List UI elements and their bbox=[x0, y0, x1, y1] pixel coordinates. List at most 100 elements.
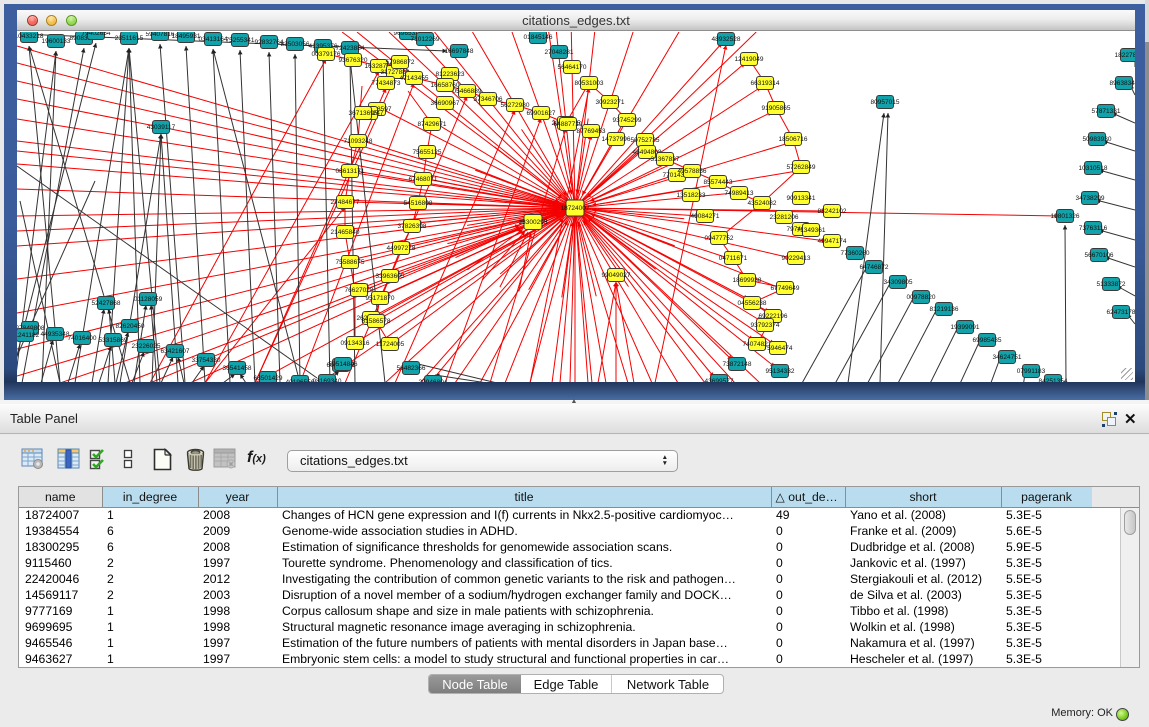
svg-text:87769453: 87769453 bbox=[577, 128, 606, 135]
svg-text:80531003: 80531003 bbox=[575, 80, 604, 87]
svg-text:18506716: 18506716 bbox=[779, 136, 808, 143]
svg-text:95134332: 95134332 bbox=[766, 368, 795, 375]
svg-text:59407816: 59407816 bbox=[146, 32, 175, 38]
svg-text:03413164: 03413164 bbox=[199, 36, 228, 43]
svg-text:11724005: 11724005 bbox=[376, 341, 405, 348]
svg-text:93676320: 93676320 bbox=[339, 57, 368, 64]
svg-text:40084271: 40084271 bbox=[691, 213, 720, 220]
svg-text:34309805: 34309805 bbox=[884, 279, 913, 286]
svg-text:08613171: 08613171 bbox=[336, 168, 365, 175]
svg-text:10310518: 10310518 bbox=[1079, 165, 1108, 172]
svg-text:40196556: 40196556 bbox=[286, 379, 315, 382]
svg-text:56670106: 56670106 bbox=[1085, 252, 1114, 259]
svg-text:53315869: 53315869 bbox=[99, 337, 128, 344]
svg-text:19600133: 19600133 bbox=[42, 38, 71, 45]
svg-text:87429671: 87429671 bbox=[418, 121, 447, 128]
svg-text:36541458: 36541458 bbox=[223, 365, 252, 372]
svg-text:00379176: 00379176 bbox=[312, 51, 341, 58]
svg-text:64887719: 64887719 bbox=[554, 121, 583, 128]
svg-text:05466889: 05466889 bbox=[453, 88, 482, 95]
svg-text:90913341: 90913341 bbox=[787, 195, 816, 202]
svg-text:69985435: 69985435 bbox=[973, 337, 1002, 344]
svg-text:18300295: 18300295 bbox=[519, 219, 548, 226]
svg-text:10433218: 10433218 bbox=[17, 33, 44, 40]
svg-text:14737996: 14737996 bbox=[602, 136, 631, 143]
svg-text:30923271: 30923271 bbox=[596, 99, 625, 106]
svg-text:04711671: 04711671 bbox=[719, 255, 748, 262]
svg-text:74016400: 74016400 bbox=[68, 335, 97, 342]
svg-text:07991183: 07991183 bbox=[1017, 368, 1046, 375]
svg-text:37826398: 37826398 bbox=[398, 223, 427, 230]
svg-text:18699938: 18699938 bbox=[733, 277, 762, 284]
svg-text:73763116: 73763116 bbox=[1079, 225, 1108, 232]
svg-text:67749649: 67749649 bbox=[771, 285, 800, 292]
svg-text:36713695: 36713695 bbox=[349, 110, 378, 117]
svg-text:56272980: 56272980 bbox=[501, 102, 530, 109]
svg-text:43699577: 43699577 bbox=[705, 378, 734, 382]
svg-text:23226025: 23226025 bbox=[132, 343, 161, 350]
svg-text:50983930: 50983930 bbox=[1083, 136, 1112, 143]
svg-text:68501429: 68501429 bbox=[254, 375, 283, 382]
svg-text:92832764: 92832764 bbox=[255, 39, 284, 46]
svg-text:13518233: 13518233 bbox=[677, 192, 706, 199]
svg-text:49947174: 49947174 bbox=[818, 238, 847, 245]
svg-text:74989413: 74989413 bbox=[725, 190, 754, 197]
svg-text:01128059: 01128059 bbox=[134, 296, 163, 303]
svg-text:34624751: 34624751 bbox=[993, 354, 1022, 361]
svg-text:00978820: 00978820 bbox=[907, 294, 936, 301]
svg-text:61586578: 61586578 bbox=[362, 318, 391, 325]
svg-text:75255341: 75255341 bbox=[226, 37, 255, 44]
svg-text:99049027: 99049027 bbox=[602, 272, 631, 279]
svg-text:56464170: 56464170 bbox=[558, 64, 587, 71]
svg-text:57986872: 57986872 bbox=[386, 59, 415, 66]
svg-text:48932528: 48932528 bbox=[712, 36, 741, 43]
svg-text:12419049: 12419049 bbox=[735, 56, 764, 63]
svg-text:91905865: 91905865 bbox=[762, 105, 791, 112]
svg-text:34738299: 34738299 bbox=[1076, 195, 1105, 202]
svg-text:81219136: 81219136 bbox=[930, 306, 959, 313]
svg-text:75946474: 75946474 bbox=[764, 345, 793, 352]
svg-text:29946804: 29946804 bbox=[419, 379, 448, 382]
svg-text:09134316: 09134316 bbox=[341, 340, 370, 347]
svg-text:80957015: 80957015 bbox=[871, 99, 900, 106]
svg-text:81223623: 81223623 bbox=[436, 71, 465, 78]
svg-text:90229413: 90229413 bbox=[782, 255, 811, 262]
svg-text:71349361: 71349361 bbox=[797, 227, 826, 234]
svg-text:93745299: 93745299 bbox=[613, 117, 642, 124]
svg-text:71012269: 71012269 bbox=[411, 36, 440, 43]
svg-text:27048281: 27048281 bbox=[545, 49, 574, 56]
svg-text:41241182: 41241182 bbox=[17, 332, 40, 339]
svg-text:37346706: 37346706 bbox=[474, 96, 503, 103]
svg-text:83503056: 83503056 bbox=[281, 41, 310, 48]
svg-text:23281206: 23281206 bbox=[770, 214, 799, 221]
svg-text:57871331: 57871331 bbox=[1092, 108, 1121, 115]
svg-text:18495931: 18495931 bbox=[172, 33, 201, 40]
svg-text:16697848: 16697848 bbox=[445, 48, 474, 55]
svg-text:23511615: 23511615 bbox=[115, 35, 144, 42]
svg-text:19399091: 19399091 bbox=[951, 324, 980, 331]
svg-text:84251354: 84251354 bbox=[1039, 378, 1068, 382]
svg-text:71093248: 71093248 bbox=[344, 138, 373, 145]
svg-text:66319314: 66319314 bbox=[751, 80, 780, 87]
svg-text:57262849: 57262849 bbox=[787, 164, 816, 171]
svg-text:98169340: 98169340 bbox=[313, 378, 342, 382]
svg-text:76627028: 76627028 bbox=[345, 287, 374, 294]
svg-text:79402654: 79402654 bbox=[82, 32, 111, 37]
svg-text:43039117: 43039117 bbox=[147, 124, 176, 131]
svg-text:49578856: 49578856 bbox=[678, 168, 707, 175]
svg-text:89638346: 89638346 bbox=[1110, 80, 1135, 87]
svg-text:67468071: 67468071 bbox=[409, 176, 438, 183]
svg-text:31367837: 31367837 bbox=[651, 156, 680, 163]
svg-text:27484677: 27484677 bbox=[331, 199, 360, 206]
svg-text:85574443: 85574443 bbox=[704, 179, 733, 186]
svg-text:18227824: 18227824 bbox=[1115, 52, 1135, 59]
svg-text:77434873: 77434873 bbox=[372, 80, 401, 87]
svg-text:63421607: 63421607 bbox=[161, 348, 190, 355]
svg-text:52427868: 52427868 bbox=[92, 300, 121, 307]
svg-text:44997278: 44997278 bbox=[387, 245, 416, 252]
svg-text:93792374: 93792374 bbox=[751, 322, 780, 329]
svg-text:69901627: 69901627 bbox=[527, 110, 556, 117]
svg-text:36690967: 36690967 bbox=[431, 100, 460, 107]
svg-text:04556238: 04556238 bbox=[738, 300, 767, 307]
svg-text:77360260: 77360260 bbox=[841, 250, 870, 257]
